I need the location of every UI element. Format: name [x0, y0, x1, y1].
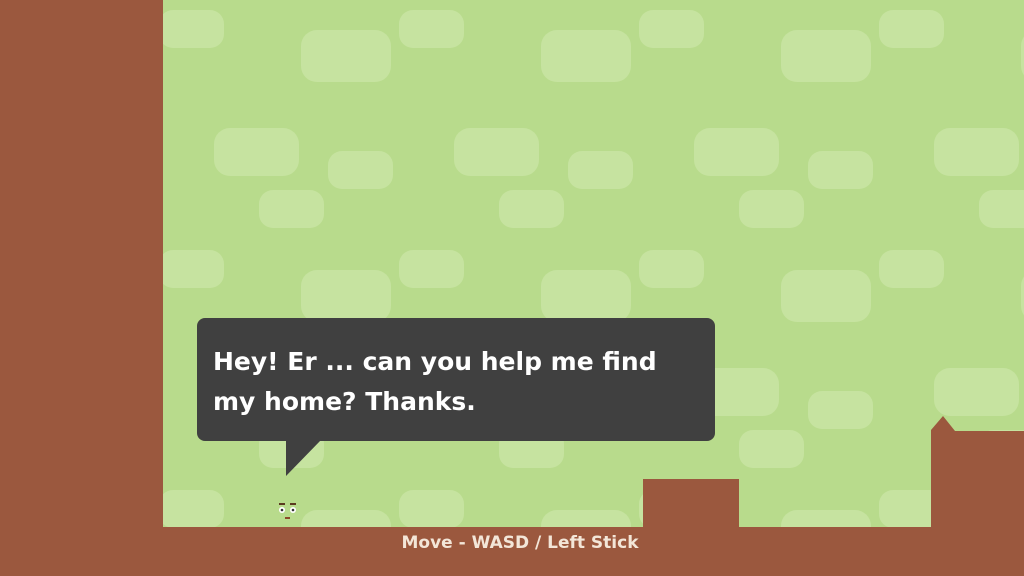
left-wall: [0, 0, 163, 576]
speech-bubble: Hey! Er ... can you help me find my home…: [197, 318, 715, 441]
controls-hint: Move - WASD / Left Stick: [401, 533, 639, 553]
game-scene: [0, 0, 1024, 576]
dialog-text: Hey! Er ... can you help me find my home…: [213, 347, 657, 416]
right-ledge: [931, 416, 1024, 527]
platform-block: [643, 479, 739, 529]
